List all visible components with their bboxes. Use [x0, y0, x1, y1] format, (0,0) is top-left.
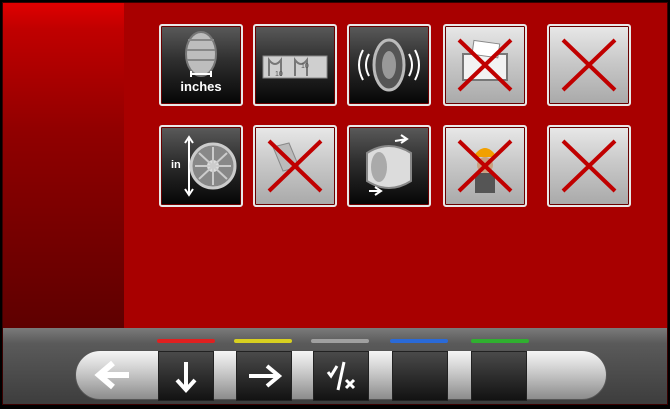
function-key-bar [3, 328, 667, 404]
inches-label: inches [180, 79, 222, 94]
svg-text:10: 10 [301, 63, 309, 70]
cross-icon [561, 38, 617, 92]
blue-key-indicator [390, 339, 448, 343]
back-button[interactable] [83, 351, 139, 401]
tire-width-inches-tile[interactable]: inches [159, 24, 243, 106]
yellow-key-indicator [234, 339, 292, 343]
arrow-right-icon [249, 364, 283, 388]
blank-icon [472, 352, 526, 400]
red-key-indicator [157, 339, 215, 343]
rim-measure-icon [267, 139, 323, 193]
wheel-vibration-tile[interactable] [347, 24, 431, 106]
green-key-indicator [471, 339, 529, 343]
balance-weights-tile[interactable]: 10 10 [253, 24, 337, 106]
blank-icon [393, 352, 447, 400]
rim-diameter-inches-tile[interactable]: in [159, 125, 243, 207]
gray-key-indicator [311, 339, 369, 343]
in-label: in [171, 159, 181, 171]
operator-tile [443, 125, 527, 207]
cross-icon [561, 139, 617, 193]
empty-slot-tile-2 [547, 125, 631, 207]
balancer-screen: inches 10 10 in [2, 2, 668, 405]
arrow-down-icon [175, 362, 197, 393]
down-button[interactable] [158, 351, 214, 401]
sidebar-panel [3, 3, 124, 328]
printer-tile [443, 24, 527, 106]
printer-icon [457, 38, 513, 92]
blank-key-1[interactable] [392, 351, 448, 401]
tire-rotation-icon [366, 134, 412, 196]
back-arrow-icon [94, 360, 129, 390]
accept-cancel-button[interactable] [313, 351, 369, 401]
operator-icon [457, 139, 513, 193]
rim-measure-tile [253, 125, 337, 207]
svg-text:10: 10 [275, 71, 283, 78]
accept-cancel-icon [326, 361, 356, 391]
balance-weights-icon: 10 10 [262, 55, 328, 79]
right-button[interactable] [236, 351, 292, 401]
empty-slot-tile [547, 24, 631, 106]
tire-rotation-tile[interactable] [347, 125, 431, 207]
blank-key-2[interactable] [471, 351, 527, 401]
wheel-vibration-icon [358, 38, 420, 92]
